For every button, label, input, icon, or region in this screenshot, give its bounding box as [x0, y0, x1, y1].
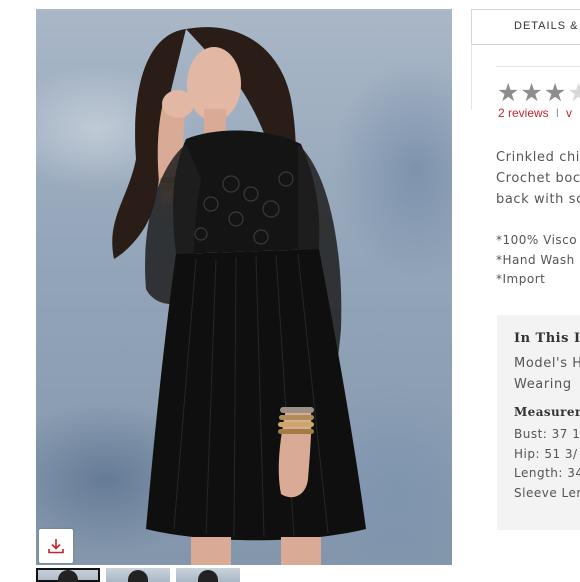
reviews-link[interactable]: 2 reviews [498, 106, 549, 120]
star-icon: ★ [497, 78, 520, 107]
tab-details-label: DETAILS & [514, 20, 579, 32]
measurements-title: Measurem [514, 405, 580, 419]
product-description: Crinkled chi Crochet boc back with sc [496, 147, 580, 210]
measurements-list: Bust: 37 1 Hip: 51 3/ Length: 34 Sleeve … [514, 425, 580, 504]
measurement-line: Bust: 37 1 [514, 427, 580, 441]
measurement-line: Length: 34 [514, 466, 580, 481]
care-line: *Import [496, 272, 546, 286]
product-care-list: *100% Visco *Hand Wash *Import [496, 231, 577, 290]
description-line: Crinkled chi [496, 150, 580, 165]
fit-title: In This I [514, 331, 580, 346]
reviews-separator: I [555, 106, 560, 120]
tab-details[interactable]: DETAILS & [471, 9, 580, 45]
fit-lines: Model's H Wearing [514, 353, 580, 395]
model-in-black-dress-illustration [112, 27, 366, 565]
fit-info-box: In This I Model's H Wearing Measurem Bus… [497, 315, 580, 530]
fit-line: Wearing [514, 377, 572, 392]
star-icon: ★ [520, 78, 543, 107]
panel-divider [471, 44, 472, 110]
measurement-line: Sleeve Ler [514, 486, 580, 501]
reviews-row: 2 reviews Iv [498, 106, 572, 120]
fit-line: Model's H [514, 356, 580, 371]
star-icon: ★ [543, 78, 567, 107]
measurement-line: Hip: 51 3/ [514, 446, 578, 461]
care-line: *Hand Wash [496, 252, 575, 267]
thumbnail-strip [36, 568, 456, 582]
product-main-image[interactable] [36, 9, 452, 565]
download-image-button[interactable] [39, 529, 73, 563]
section-divider [496, 66, 580, 67]
rating-stars: ★ ★ ★ ★ [497, 78, 580, 107]
description-line: back with sc [496, 192, 580, 207]
write-review-link[interactable]: v [566, 106, 572, 120]
care-line: *100% Visco [496, 233, 578, 247]
description-line: Crochet boc [496, 171, 580, 186]
star-empty-icon: ★ [567, 78, 580, 107]
download-icon [48, 539, 64, 554]
